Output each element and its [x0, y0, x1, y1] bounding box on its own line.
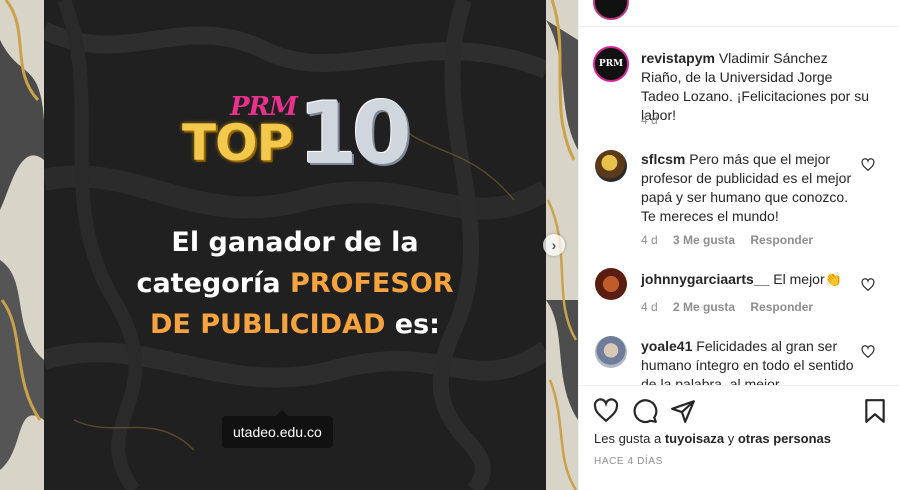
comment-meta: 4 d 3 Me gusta Responder [641, 233, 825, 247]
comment-item: yoale41 Felicidades al gran ser humano í… [641, 337, 859, 385]
headline-line-3: DE PUBLICIDAD es: [44, 304, 546, 345]
comment-avatar[interactable] [595, 150, 627, 182]
prm-top10-logo: PRM TOP 10 [180, 84, 412, 184]
reply-button[interactable]: Responder [750, 233, 813, 247]
heart-icon[interactable] [861, 158, 875, 172]
likes-user-link[interactable]: tuyoisaza [665, 431, 724, 446]
caption-meta: 4 d [641, 113, 670, 127]
share-icon[interactable] [670, 398, 696, 424]
headline-highlight-profesor: PROFESOR [289, 268, 454, 299]
logo-ten: 10 [298, 84, 412, 184]
comments-list[interactable]: PRM revistapym Vladimir Sánchez Riaño, d… [579, 27, 900, 385]
likes-summary: Les gusta a tuyoisaza y otras personas [594, 431, 831, 446]
caption-avatar-text: PRM [598, 59, 624, 69]
logo-top: TOP [182, 114, 293, 172]
comment-username[interactable]: sflcsm [641, 151, 685, 167]
comment-text: El mejor👏 [773, 271, 843, 287]
heart-icon[interactable] [593, 398, 619, 424]
post-headline: El ganador de la categoría PROFESOR DE P… [44, 222, 546, 345]
caption-avatar[interactable]: PRM [593, 46, 629, 82]
chevron-right-icon[interactable]: › [543, 234, 565, 256]
comment-likes[interactable]: 3 Me gusta [673, 233, 735, 247]
headline-line-3-text: es: [385, 309, 440, 340]
source-tag[interactable]: utadeo.edu.co [222, 410, 333, 448]
comment-meta: 4 d 2 Me gusta Responder [641, 300, 825, 314]
comment-username[interactable]: johnnygarciaarts__ [641, 271, 769, 287]
caption-text: revistapym Vladimir Sánchez Riaño, de la… [641, 49, 871, 125]
comment-icon[interactable] [632, 398, 658, 424]
comment-time[interactable]: 4 d [641, 233, 658, 247]
caption-username[interactable]: revistapym [641, 50, 715, 66]
heart-icon[interactable] [861, 345, 875, 359]
headline-line-2-text: categoría [136, 268, 290, 299]
comment-username[interactable]: yoale41 [641, 338, 692, 354]
comment-avatar[interactable] [595, 268, 627, 300]
headline-highlight-publicidad: DE PUBLICIDAD [150, 309, 386, 340]
comment-time[interactable]: 4 d [641, 300, 658, 314]
headline-line-1: El ganador de la [171, 227, 419, 258]
likes-prefix: Les gusta a [594, 431, 665, 446]
comment-avatar[interactable] [595, 336, 627, 368]
actions-divider [579, 385, 899, 386]
bookmark-icon[interactable] [862, 398, 888, 424]
header-avatar[interactable] [593, 0, 629, 20]
headline-line-2: categoría PROFESOR [44, 263, 546, 304]
reply-button[interactable]: Responder [750, 300, 813, 314]
heart-icon[interactable] [861, 278, 875, 292]
post-timestamp[interactable]: HACE 4 DÍAS [594, 456, 663, 467]
caption-time[interactable]: 4 d [641, 113, 658, 127]
likes-others-link[interactable]: otras personas [738, 431, 831, 446]
post-image[interactable]: PRM TOP 10 El ganador de la categoría PR… [0, 0, 578, 490]
comment-item: sflcsm Pero más que el mejor profesor de… [641, 150, 859, 226]
comment-likes[interactable]: 2 Me gusta [673, 300, 735, 314]
comment-item: johnnygarciaarts__ El mejor👏 [641, 270, 859, 289]
comments-panel: PRM revistapym Vladimir Sánchez Riaño, d… [578, 0, 900, 490]
likes-middle: y [724, 431, 738, 446]
